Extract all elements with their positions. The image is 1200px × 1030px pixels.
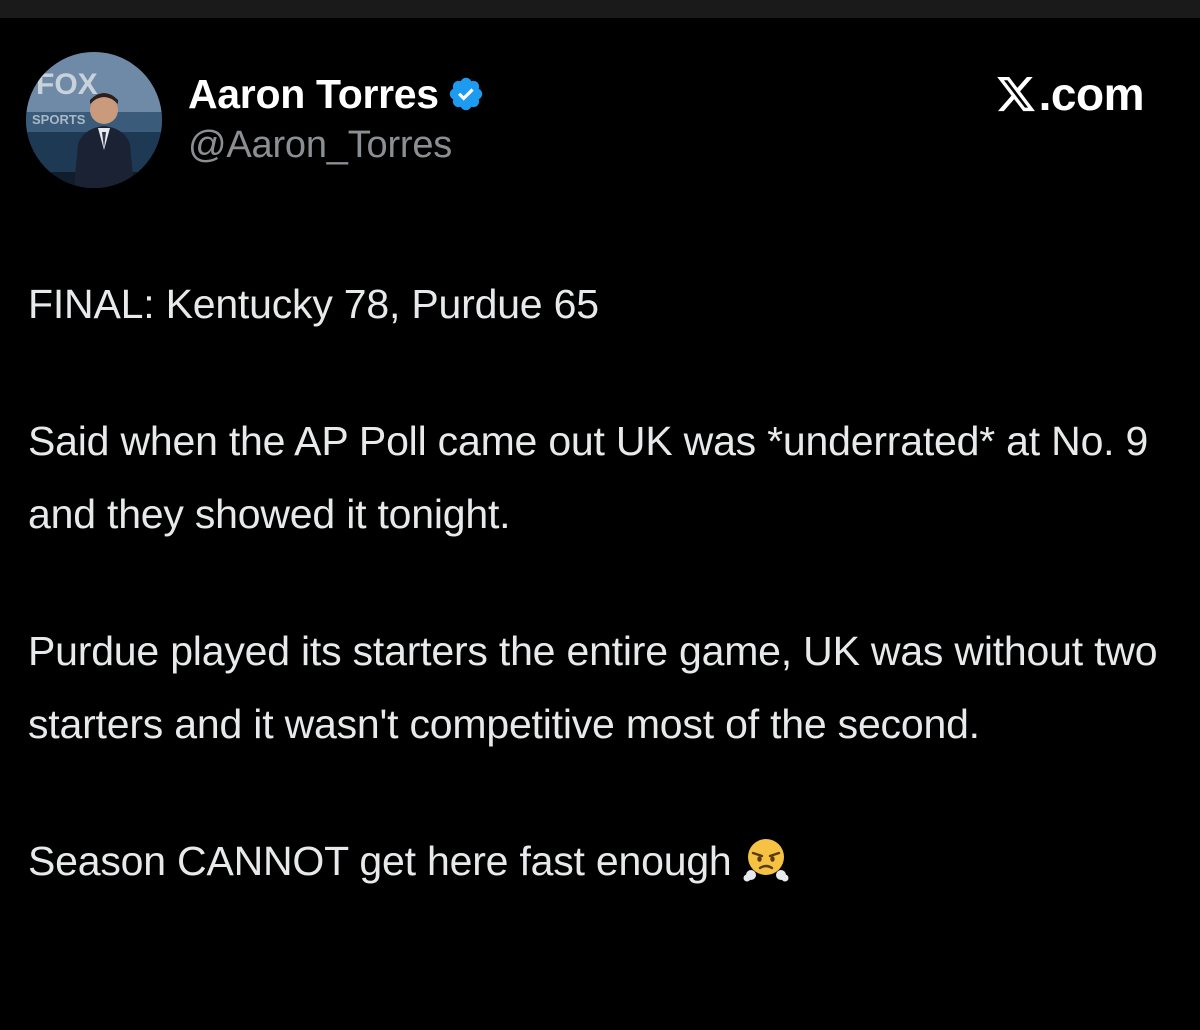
verified-badge-icon <box>447 75 485 113</box>
x-brand: .com <box>995 62 1145 126</box>
tweet-paragraph-season-text: Season CANNOT get here fast enough <box>28 838 732 884</box>
face-with-steam-from-nose-icon <box>742 833 790 882</box>
tweet-paragraph-score: FINAL: Kentucky 78, Purdue 65 <box>28 281 599 327</box>
tweet-paragraph-season: Season CANNOT get here fast enough <box>28 825 1178 898</box>
tweet-paragraph-ap-poll: Said when the AP Poll came out UK was *u… <box>28 418 1149 537</box>
user-handle[interactable]: @Aaron_Torres <box>188 124 485 167</box>
x-logo-icon <box>995 73 1037 115</box>
tweet-paragraph-starters: Purdue played its starters the entire ga… <box>28 628 1158 747</box>
brand-domain-text: .com <box>1038 68 1145 120</box>
tweet-header: FOX SPORTS Aaron Torres @Aaron_Torres .c… <box>0 0 1200 200</box>
name-row: Aaron Torres <box>188 68 485 120</box>
avatar[interactable]: FOX SPORTS <box>26 52 162 188</box>
tweet-text: FINAL: Kentucky 78, Purdue 65 Said when … <box>28 268 1178 898</box>
avatar-logo-text: FOX <box>36 68 98 101</box>
svg-text:SPORTS: SPORTS <box>32 112 86 127</box>
display-name[interactable]: Aaron Torres <box>188 71 439 118</box>
author-info: Aaron Torres @Aaron_Torres <box>188 68 485 167</box>
avatar-image: FOX SPORTS <box>26 52 162 188</box>
